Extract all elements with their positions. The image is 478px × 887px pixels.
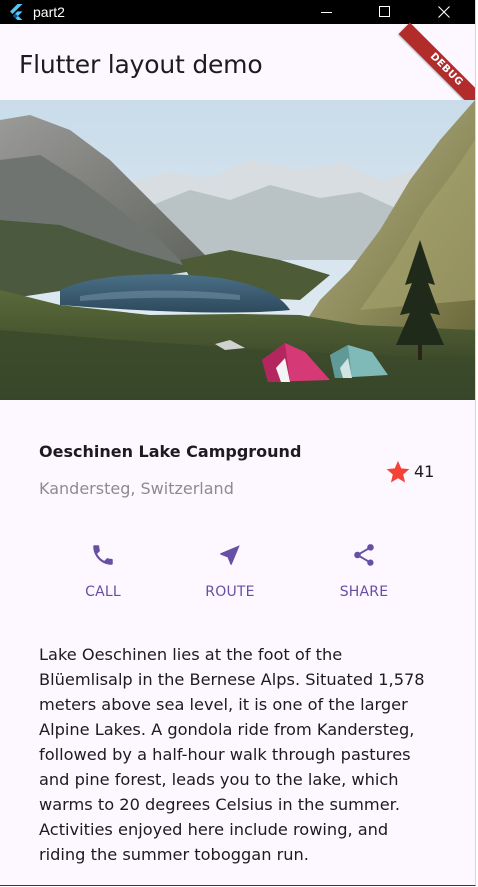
minimize-icon [321,12,332,13]
phone-icon [93,545,113,565]
rating[interactable]: 41 [385,457,434,485]
close-button[interactable] [421,0,467,24]
app-window: part2 Flutter layout demo DEBUG Oeschine… [0,0,476,886]
call-button[interactable]: CALL [53,540,153,610]
close-icon [438,6,450,18]
place-description: Lake Oeschinen lies at the foot of the B… [39,645,425,864]
star-icon [386,460,410,482]
place-location: Kandersteg, Switzerland [39,479,234,498]
route-label: ROUTE [205,584,255,600]
maximize-icon [379,6,390,17]
maximize-button[interactable] [362,0,408,24]
route-button[interactable]: ROUTE [180,540,280,610]
rating-count: 41 [414,461,435,481]
minimize-button[interactable] [304,0,350,24]
lake-hero-image [0,100,475,400]
share-icon [354,544,374,566]
call-label: CALL [85,584,121,600]
flutter-logo-icon [9,4,23,20]
share-button[interactable]: SHARE [314,540,414,610]
window-titlebar[interactable]: part2 [0,0,475,24]
appbar-title: Flutter layout demo [19,50,263,79]
place-name: Oeschinen Lake Campground [39,442,302,461]
share-label: SHARE [339,584,389,600]
app-bar: Flutter layout demo DEBUG [0,22,475,118]
window-title: part2 [33,4,65,20]
navigation-icon [220,545,240,565]
